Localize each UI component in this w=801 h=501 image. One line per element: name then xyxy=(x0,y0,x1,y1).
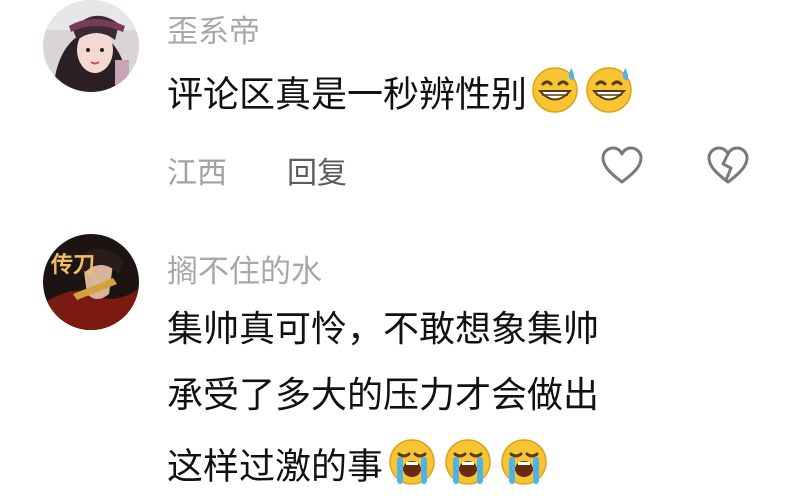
comment-text: 集帅真可怜，不敢想象集帅 承受了多大的压力才会做出 这样过激的事 xyxy=(167,304,599,488)
loudly-crying-emoji xyxy=(441,436,495,501)
username[interactable]: 搁不住的水 xyxy=(167,246,322,291)
comment-item: 传刀 搁不住的水 集帅真可怜，不敢想象集帅 承受了多大的压力才会做出 这样过激的… xyxy=(0,228,801,500)
grinning-sweat-emoji xyxy=(529,64,581,129)
reply-button[interactable]: 回复 xyxy=(287,148,347,192)
comment-text-content: 评论区真是一秒辨性别 xyxy=(167,74,528,116)
comment-text-line: 承受了多大的压力才会做出 xyxy=(167,375,600,416)
heart-icon[interactable] xyxy=(600,146,644,190)
avatar-text: 传刀 xyxy=(50,252,95,278)
loudly-crying-emoji xyxy=(497,436,551,501)
comment-text-line: 集帅真可怜，不敢想象集帅 xyxy=(167,309,600,350)
loudly-crying-emoji xyxy=(385,436,439,501)
grinning-sweat-emoji xyxy=(583,64,635,129)
avatar[interactable]: 传刀 xyxy=(43,234,139,330)
comment-item: 歪系帝 评论区真是一秒辨性别 江西 回复 xyxy=(0,0,801,200)
avatar[interactable] xyxy=(43,0,139,92)
comment-text-line-3: 这样过激的事 xyxy=(167,436,599,488)
username[interactable]: 歪系帝 xyxy=(167,6,260,51)
broken-heart-icon[interactable] xyxy=(706,146,750,190)
comment-text: 评论区真是一秒辨性别 xyxy=(167,64,635,129)
comment-text-line: 这样过激的事 xyxy=(167,446,384,488)
location-label: 江西 xyxy=(167,156,227,191)
